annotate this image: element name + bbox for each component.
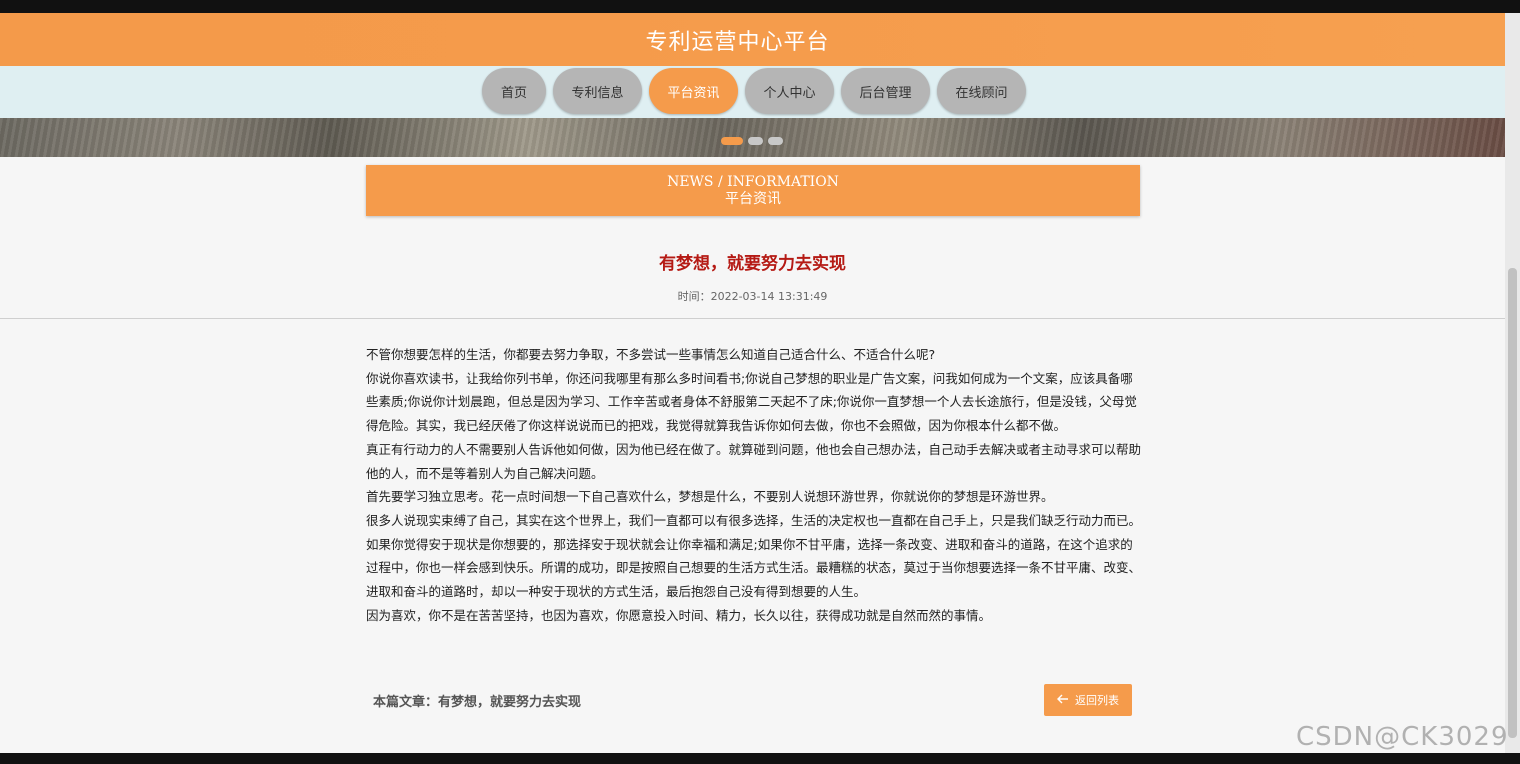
site-title: 专利运营中心平台 <box>645 29 830 55</box>
main-nav: 首页 专利信息 平台资讯 个人中心 后台管理 在线顾问 <box>482 68 1026 114</box>
section-header: NEWS / INFORMATION 平台资讯 <box>366 165 1140 216</box>
carousel-dot-2[interactable] <box>748 137 763 145</box>
carousel-dots <box>721 137 783 145</box>
nav-item-online-consultant[interactable]: 在线顾问 <box>937 68 1026 114</box>
article-time: 时间：2022-03-14 13:31:49 <box>677 290 828 303</box>
section-title-en: NEWS / INFORMATION <box>667 173 839 190</box>
article-title: 有梦想，就要努力去实现 <box>659 254 846 274</box>
scrollbar-thumb[interactable] <box>1508 268 1517 738</box>
nav-item-admin[interactable]: 后台管理 <box>841 68 930 114</box>
section-title-cn: 平台资讯 <box>725 190 781 207</box>
nav-item-patent-info[interactable]: 专利信息 <box>553 68 642 114</box>
article-paragraph: 你说你喜欢读书，让我给你列书单，你还问我哪里有那么多时间看书;你说自己梦想的职业… <box>366 370 1137 434</box>
nav-item-personal-center[interactable]: 个人中心 <box>745 68 834 114</box>
article-paragraph: 因为喜欢，你不是在苦苦坚持，也因为喜欢，你愿意投入时间、精力，长久以往，获得成功… <box>366 607 992 623</box>
carousel-dot-1[interactable] <box>721 137 743 145</box>
current-article-label: 本篇文章：有梦想，就要努力去实现 <box>373 695 582 710</box>
divider <box>0 318 1505 319</box>
banner-carousel <box>0 118 1505 157</box>
watermark: CSDN@CK3029 <box>1296 722 1509 752</box>
carousel-dot-3[interactable] <box>768 137 783 145</box>
back-to-list-label: 返回列表 <box>1075 694 1119 707</box>
site-header: 专利运营中心平台 <box>0 13 1505 66</box>
article-paragraph: 不管你想要怎样的生活，你都要去努力争取，不多尝试一些事情怎么知道自己适合什么、不… <box>366 347 936 362</box>
article-body: 不管你想要怎样的生活，你都要去努力争取，不多尝试一些事情怎么知道自己适合什么、不… <box>366 343 1142 627</box>
scrollbar[interactable] <box>1505 13 1520 753</box>
arrow-left-icon <box>1057 694 1069 707</box>
nav-item-home[interactable]: 首页 <box>482 68 546 114</box>
article-paragraph: 首先要学习独立思考。花一点时间想一下自己喜欢什么，梦想是什么，不要别人说想环游世… <box>366 489 1054 505</box>
article-paragraph: 真正有行动力的人不需要别人告诉他如何做，因为他已经在做了。就算碰到问题，他也会自… <box>366 441 1142 481</box>
back-to-list-button[interactable]: 返回列表 <box>1044 684 1132 716</box>
nav-item-news[interactable]: 平台资讯 <box>649 68 738 114</box>
nav-band: 首页 专利信息 平台资讯 个人中心 后台管理 在线顾问 <box>0 66 1505 118</box>
browser-viewport: 专利运营中心平台 首页 专利信息 平台资讯 个人中心 后台管理 在线顾问 NEW… <box>0 13 1505 753</box>
article-paragraph: 很多人说现实束缚了自己，其实在这个世界上，我们一直都可以有很多选择，生活的决定权… <box>366 512 1142 528</box>
article-paragraph: 如果你觉得安于现状是你想要的，那选择安于现状就会让你幸福和满足;如果你不甘平庸，… <box>366 536 1142 600</box>
